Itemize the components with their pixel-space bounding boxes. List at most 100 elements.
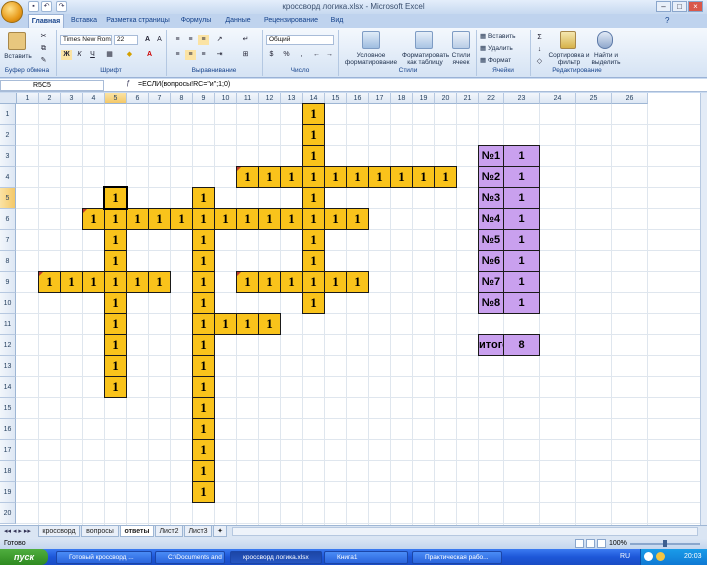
font-color-icon[interactable]: A: [144, 50, 155, 60]
sort-filter-button[interactable]: Сортировка и фильтр: [548, 52, 590, 66]
align-middle-icon[interactable]: ≡: [185, 35, 196, 45]
office-button[interactable]: [1, 1, 23, 23]
crossword-cell[interactable]: 1: [104, 208, 127, 230]
align-left-icon[interactable]: ≡: [172, 50, 183, 60]
crossword-cell[interactable]: 1: [302, 103, 325, 125]
copy-icon[interactable]: ⧉: [38, 44, 49, 54]
format-as-table-button[interactable]: Форматировать как таблицу: [402, 52, 449, 66]
cut-icon[interactable]: ✂: [38, 32, 49, 42]
crossword-cell[interactable]: 1: [258, 166, 281, 188]
tab-home[interactable]: Главная: [28, 14, 64, 28]
crossword-cell[interactable]: 1: [126, 271, 149, 293]
currency-icon[interactable]: $: [266, 50, 277, 60]
crossword-cell[interactable]: 1: [148, 208, 171, 230]
taskbar-item-book1[interactable]: Книга1: [324, 551, 408, 564]
result-label[interactable]: №4: [478, 208, 504, 230]
help-icon[interactable]: ?: [665, 16, 675, 26]
column-header[interactable]: 4: [83, 93, 105, 104]
normal-view-icon[interactable]: [575, 539, 584, 548]
sheet-tab-list3[interactable]: Лист3: [184, 526, 212, 537]
crossword-cell[interactable]: 1: [192, 334, 215, 356]
row-header[interactable]: 16: [0, 419, 16, 440]
crossword-cell[interactable]: 1: [104, 292, 127, 314]
fill-color-icon[interactable]: ◆: [124, 50, 135, 60]
tab-data[interactable]: Данные: [220, 14, 256, 28]
row-header[interactable]: 13: [0, 356, 16, 377]
crossword-cell[interactable]: 1: [368, 166, 391, 188]
crossword-cell[interactable]: 1: [302, 229, 325, 251]
taskbar-item-excel[interactable]: кроссворд логика.xlsx: [230, 551, 322, 564]
crossword-cell[interactable]: 1: [302, 292, 325, 314]
underline-button[interactable]: Ч: [87, 50, 98, 60]
delete-cells-button[interactable]: ▦ Удалить: [480, 45, 526, 52]
row-header[interactable]: 7: [0, 230, 16, 251]
crossword-cell[interactable]: 1: [192, 250, 215, 272]
sort-filter-icon[interactable]: [560, 31, 576, 49]
row-header[interactable]: 4: [0, 167, 16, 188]
row-header[interactable]: 8: [0, 251, 16, 272]
total-label[interactable]: итого: [478, 334, 509, 356]
crossword-cell[interactable]: 1: [302, 250, 325, 272]
result-value[interactable]: 1: [503, 166, 540, 188]
cell-styles-button[interactable]: Стили ячеек: [448, 52, 474, 66]
crossword-cell[interactable]: 1: [104, 313, 127, 335]
crossword-cell[interactable]: 1: [258, 208, 281, 230]
paste-button[interactable]: Вставить: [2, 53, 34, 60]
minimize-button[interactable]: –: [656, 1, 671, 12]
autosum-icon[interactable]: Σ: [534, 33, 545, 43]
crossword-cell[interactable]: 1: [324, 208, 347, 230]
crossword-cell[interactable]: 1: [104, 250, 127, 272]
insert-cells-button[interactable]: ▦ Вставить: [480, 33, 526, 40]
indent-icon[interactable]: ⇥: [214, 50, 225, 60]
crossword-cell[interactable]: 1: [280, 271, 303, 293]
tab-view[interactable]: Вид: [326, 14, 348, 28]
column-header[interactable]: 15: [325, 93, 347, 104]
crossword-cell[interactable]: 1: [126, 208, 149, 230]
column-header[interactable]: 11: [237, 93, 259, 104]
percent-icon[interactable]: %: [281, 50, 292, 60]
row-header[interactable]: 20: [0, 503, 16, 524]
column-header[interactable]: 3: [61, 93, 83, 104]
cell-styles-icon[interactable]: [452, 31, 470, 49]
format-as-table-icon[interactable]: [415, 31, 433, 49]
sheet-tab-voprosy[interactable]: вопросы: [81, 526, 119, 537]
result-label[interactable]: №7: [478, 271, 504, 293]
result-label[interactable]: №6: [478, 250, 504, 272]
crossword-cell[interactable]: 1: [324, 271, 347, 293]
crossword-cell[interactable]: 1: [346, 166, 369, 188]
row-header[interactable]: 12: [0, 335, 16, 356]
result-value[interactable]: 1: [503, 229, 540, 251]
align-right-icon[interactable]: ≡: [198, 50, 209, 60]
maximize-button[interactable]: □: [672, 1, 687, 12]
row-header[interactable]: 10: [0, 293, 16, 314]
crossword-cell[interactable]: 1: [346, 271, 369, 293]
row-header[interactable]: 11: [0, 314, 16, 335]
zoom-level[interactable]: 100%: [609, 538, 627, 549]
column-header[interactable]: 19: [413, 93, 435, 104]
crossword-cell[interactable]: 1: [192, 397, 215, 419]
result-value[interactable]: 1: [503, 145, 540, 167]
conditional-format-button[interactable]: Условное форматирование: [340, 52, 402, 66]
crossword-cell[interactable]: 1: [192, 376, 215, 398]
crossword-cell[interactable]: 1: [214, 208, 237, 230]
format-cells-button[interactable]: ▦ Формат: [480, 57, 526, 64]
column-header[interactable]: 18: [391, 93, 413, 104]
column-header[interactable]: 12: [259, 93, 281, 104]
shrink-font-icon[interactable]: A: [154, 35, 165, 45]
result-label[interactable]: №5: [478, 229, 504, 251]
active-cell-outline[interactable]: [103, 186, 128, 210]
crossword-cell[interactable]: 1: [60, 271, 83, 293]
column-header[interactable]: 2: [39, 93, 61, 104]
column-header[interactable]: 24: [540, 93, 576, 104]
align-center-icon[interactable]: ≡: [185, 50, 196, 60]
crossword-cell[interactable]: 1: [192, 229, 215, 251]
crossword-cell[interactable]: 1: [192, 418, 215, 440]
wrap-text-icon[interactable]: ↵: [240, 35, 251, 45]
row-header[interactable]: 5: [0, 188, 16, 209]
crossword-cell[interactable]: 1: [170, 208, 193, 230]
tab-review[interactable]: Рецензирование: [258, 14, 324, 28]
fx-icon[interactable]: ƒ: [126, 80, 136, 91]
tray-icon[interactable]: [656, 552, 665, 561]
crossword-cell[interactable]: 1: [280, 166, 303, 188]
crossword-cell[interactable]: 1: [104, 334, 127, 356]
